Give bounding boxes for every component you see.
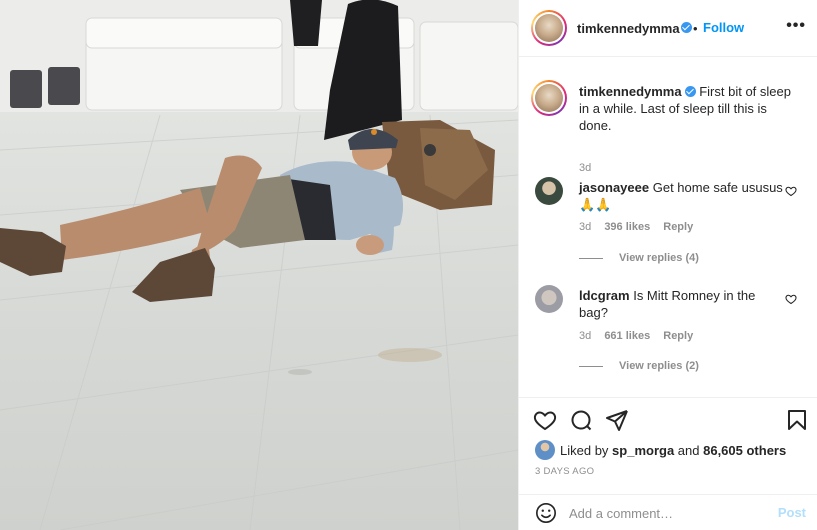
more-options-icon[interactable]: ••• xyxy=(786,17,806,35)
separator-dot: • xyxy=(693,21,698,36)
commenter-avatar[interactable] xyxy=(535,285,563,313)
liked-by-and: and xyxy=(674,443,704,458)
verified-badge-icon xyxy=(681,22,692,33)
post-header: timkennedymma • Follow ••• xyxy=(519,0,817,57)
comments-list[interactable]: timkennedymma First bit of sleep in a wh… xyxy=(519,57,817,397)
add-comment-bar: Post xyxy=(519,494,817,530)
comment-timestamp[interactable]: 3d xyxy=(579,330,591,342)
comment-heart-icon[interactable] xyxy=(785,185,797,197)
post-image[interactable] xyxy=(0,0,518,530)
comment-username[interactable]: ldcgram xyxy=(579,288,630,303)
reply-button[interactable]: Reply xyxy=(663,221,693,233)
follow-button[interactable]: Follow xyxy=(703,20,744,35)
post-timestamp[interactable]: 3 DAYS AGO xyxy=(535,466,594,477)
liked-by-avatar[interactable] xyxy=(535,440,555,460)
post-side-panel: timkennedymma • Follow ••• timkennedymma… xyxy=(518,0,817,530)
view-replies-button[interactable]: View replies (2) xyxy=(579,360,699,372)
author-username[interactable]: timkennedymma xyxy=(577,21,680,36)
reply-button[interactable]: Reply xyxy=(663,330,693,342)
comment-likes[interactable]: 661 likes xyxy=(604,330,650,342)
author-avatar[interactable] xyxy=(531,10,567,46)
post-comment-button[interactable]: Post xyxy=(778,505,806,520)
heart-icon[interactable] xyxy=(533,408,557,432)
caption-username[interactable]: timkennedymma xyxy=(579,84,682,99)
share-icon[interactable] xyxy=(605,408,629,432)
liked-by-user[interactable]: sp_morga xyxy=(612,443,674,458)
comment-text: jasonayeee Get home safe ususus 🙏🙏 xyxy=(579,179,784,213)
liked-by-text: Liked by sp_morga and 86,605 others xyxy=(560,443,786,458)
bookmark-icon[interactable] xyxy=(785,408,809,432)
comment-username[interactable]: jasonayeee xyxy=(579,180,649,195)
comment-meta: 3d 396 likes Reply xyxy=(579,221,703,233)
caption-avatar[interactable] xyxy=(531,80,567,116)
post-actions: Liked by sp_morga and 86,605 others 3 DA… xyxy=(519,397,817,487)
comment-heart-icon[interactable] xyxy=(785,293,797,305)
commenter-avatar[interactable] xyxy=(535,177,563,205)
caption-timestamp[interactable]: 3d xyxy=(579,162,591,174)
smile-icon[interactable] xyxy=(535,502,557,524)
view-replies-button[interactable]: View replies (4) xyxy=(579,252,699,264)
caption-text: timkennedymma First bit of sleep in a wh… xyxy=(579,83,799,134)
post-photo-illustration xyxy=(0,0,518,530)
verified-badge-icon xyxy=(684,86,696,97)
liked-by-prefix: Liked by xyxy=(560,443,613,458)
comment-icon[interactable] xyxy=(569,408,593,432)
comment-input[interactable] xyxy=(569,503,769,523)
likes-count[interactable]: 86,605 others xyxy=(703,443,786,458)
comment-timestamp[interactable]: 3d xyxy=(579,221,591,233)
comment-text: ldcgram Is Mitt Romney in the bag? xyxy=(579,287,784,321)
comment-likes[interactable]: 396 likes xyxy=(604,221,650,233)
comment-meta: 3d 661 likes Reply xyxy=(579,330,703,342)
